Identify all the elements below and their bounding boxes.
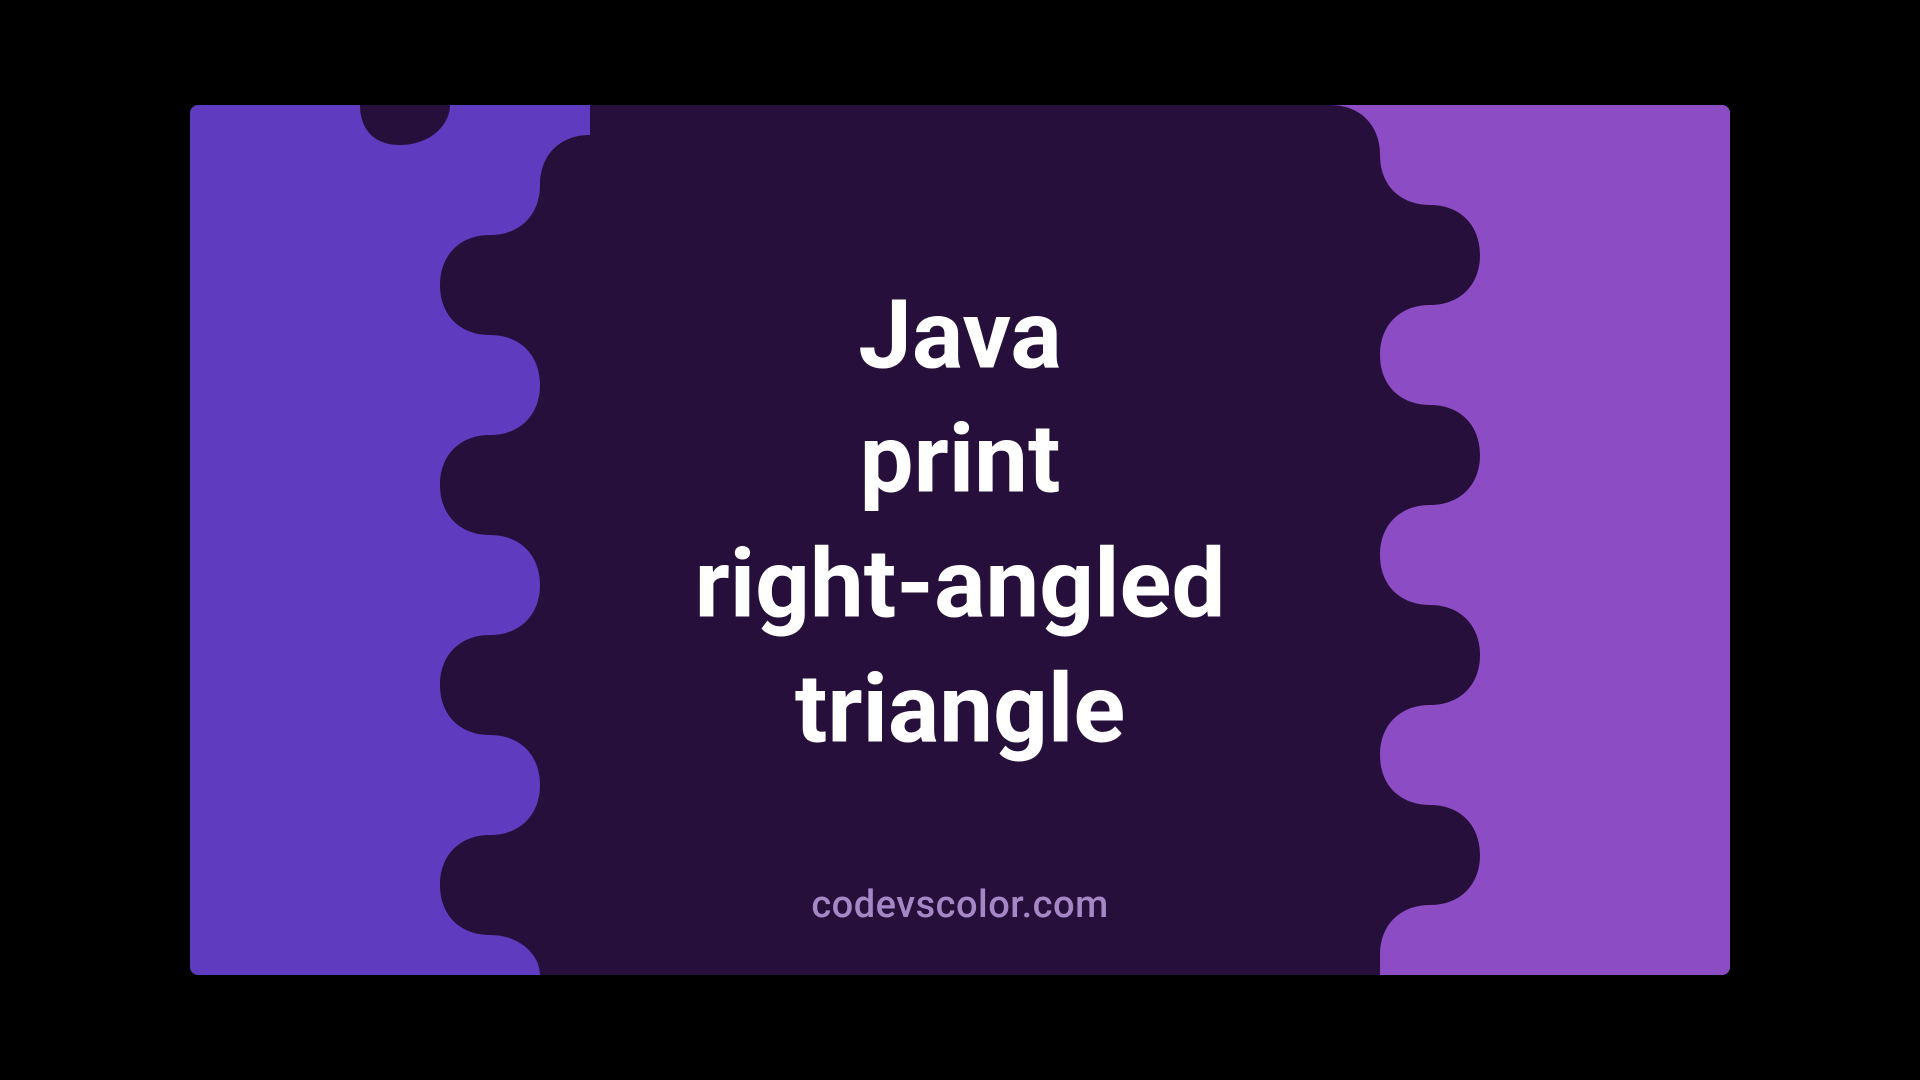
banner-card: Java print right-angled triangle codevsc… [190, 105, 1730, 975]
banner-title: Java print right-angled triangle [695, 273, 1226, 772]
watermark-text: codevscolor.com [811, 883, 1108, 927]
